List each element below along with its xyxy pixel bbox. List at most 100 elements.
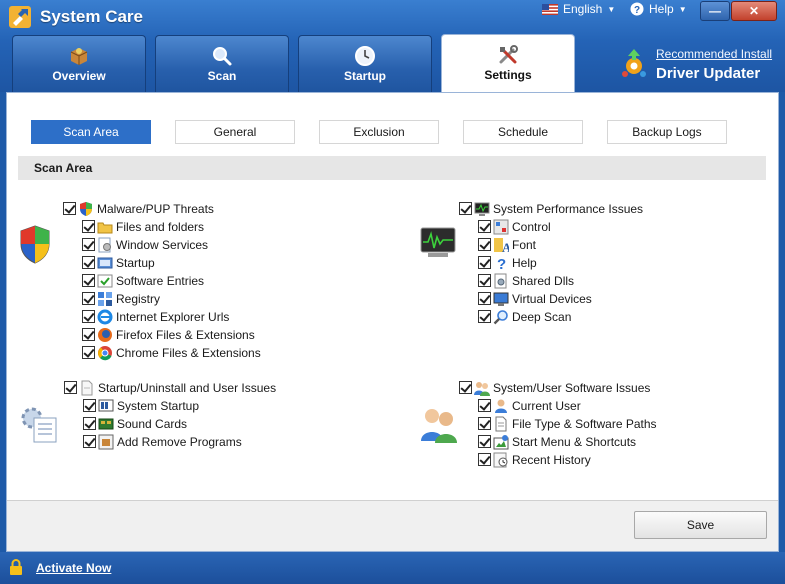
software-group-header-checkbox[interactable]: [459, 381, 472, 394]
option-control-row[interactable]: Control: [478, 218, 551, 235]
magnifier-icon: [213, 47, 232, 66]
subtab-schedule[interactable]: Schedule: [463, 120, 583, 144]
option-sound-cards-row[interactable]: Sound Cards: [83, 415, 187, 432]
option-deep-scan-checkbox[interactable]: [478, 310, 491, 323]
option-shared-dlls-label: Shared Dlls: [512, 273, 575, 288]
option-current-user-label: Current User: [512, 398, 581, 413]
option-start-menu-shortcuts-row[interactable]: Start Menu & Shortcuts: [478, 433, 636, 450]
tools-icon: [499, 45, 518, 64]
font-icon: A: [493, 237, 509, 253]
option-internet-explorer-urls-checkbox[interactable]: [82, 310, 95, 323]
option-startup-row[interactable]: Startup: [82, 254, 155, 271]
option-font-label: Font: [512, 237, 537, 252]
option-file-type-software-paths-label: File Type & Software Paths: [512, 416, 657, 431]
minimize-button[interactable]: —: [700, 1, 730, 21]
option-system-startup-checkbox[interactable]: [83, 399, 96, 412]
option-firefox-files-extensions-checkbox[interactable]: [82, 328, 95, 341]
sound-icon: [98, 416, 114, 432]
save-button[interactable]: Save: [634, 511, 767, 539]
option-recent-history-row[interactable]: Recent History: [478, 451, 591, 468]
subtab-backup-logs[interactable]: Backup Logs: [607, 120, 727, 144]
option-software-entries-label: Software Entries: [116, 273, 205, 288]
driver-updater-title: Driver Updater: [656, 65, 761, 82]
option-files-and-folders-row[interactable]: Files and folders: [82, 218, 204, 235]
option-window-services-row[interactable]: Window Services: [82, 236, 208, 253]
malware-group-header-checkbox[interactable]: [63, 202, 76, 215]
monitorsmall-icon: [474, 201, 490, 217]
subtab-general[interactable]: General: [175, 120, 295, 144]
option-current-user-row[interactable]: Current User: [478, 397, 581, 414]
help-menu[interactable]: ? Help ▼: [630, 2, 687, 16]
startup-group-header-label: Startup/Uninstall and User Issues: [98, 380, 277, 395]
option-files-and-folders-checkbox[interactable]: [82, 220, 95, 233]
performance-group-header-checkbox[interactable]: [459, 202, 472, 215]
option-software-entries-checkbox[interactable]: [82, 274, 95, 287]
software-group-header-label: System/User Software Issues: [493, 380, 651, 395]
option-chrome-files-extensions-label: Chrome Files & Extensions: [116, 345, 261, 360]
option-chrome-files-extensions-checkbox[interactable]: [82, 346, 95, 359]
option-help-checkbox[interactable]: [478, 256, 491, 269]
malware-group-header-row[interactable]: Malware/PUP Threats: [63, 200, 214, 217]
option-add-remove-programs-label: Add Remove Programs: [117, 434, 242, 449]
option-system-startup-row[interactable]: System Startup: [83, 397, 199, 414]
option-current-user-checkbox[interactable]: [478, 399, 491, 412]
subtab-exclusion[interactable]: Exclusion: [319, 120, 439, 144]
driver-updater-promo[interactable]: Recommended Install Driver Updater: [620, 44, 780, 84]
option-internet-explorer-urls-row[interactable]: Internet Explorer Urls: [82, 308, 229, 325]
option-add-remove-programs-row[interactable]: Add Remove Programs: [83, 433, 242, 450]
clock-icon: [355, 46, 375, 66]
option-recent-history-checkbox[interactable]: [478, 453, 491, 466]
tab-scan[interactable]: Scan: [155, 35, 289, 92]
option-control-checkbox[interactable]: [478, 220, 491, 233]
option-deep-scan-row[interactable]: Deep Scan: [478, 308, 571, 325]
svg-text:A: A: [502, 240, 509, 253]
option-file-type-software-paths-row[interactable]: File Type & Software Paths: [478, 415, 657, 432]
option-help-row[interactable]: ? Help: [478, 254, 537, 271]
option-registry-row[interactable]: Registry: [82, 290, 160, 307]
dlls-icon: [493, 273, 509, 289]
tab-settings[interactable]: Settings: [441, 34, 575, 92]
userssmall-icon: [474, 380, 490, 396]
option-start-menu-shortcuts-checkbox[interactable]: [478, 435, 491, 448]
help-icon: ?: [630, 2, 644, 16]
recommended-install-link[interactable]: Recommended Install: [656, 47, 772, 61]
option-shared-dlls-checkbox[interactable]: [478, 274, 491, 287]
option-file-type-software-paths-checkbox[interactable]: [478, 417, 491, 430]
option-shared-dlls-row[interactable]: Shared Dlls: [478, 272, 574, 289]
tab-startup[interactable]: Startup: [298, 35, 432, 92]
activate-now-link[interactable]: Activate Now: [36, 561, 111, 575]
option-sound-cards-checkbox[interactable]: [83, 417, 96, 430]
option-window-services-checkbox[interactable]: [82, 238, 95, 251]
app-title: System Care: [40, 7, 144, 26]
tab-overview[interactable]: Overview: [12, 35, 146, 92]
box-icon: [70, 48, 88, 65]
option-font-checkbox[interactable]: [478, 238, 491, 251]
language-label: English: [563, 2, 603, 16]
tab-scan-label: Scan: [207, 69, 237, 83]
lock-icon: [10, 559, 22, 575]
help-icon: ?: [493, 255, 509, 271]
option-virtual-devices-checkbox[interactable]: [478, 292, 491, 305]
option-virtual-devices-label: Virtual Devices: [512, 291, 592, 306]
option-font-row[interactable]: A Font: [478, 236, 536, 253]
option-registry-checkbox[interactable]: [82, 292, 95, 305]
option-virtual-devices-row[interactable]: Virtual Devices: [478, 290, 592, 307]
option-window-services-label: Window Services: [116, 237, 209, 252]
performance-group-header-row[interactable]: System Performance Issues: [459, 200, 643, 217]
startmenu-icon: [493, 434, 509, 450]
option-chrome-files-extensions-row[interactable]: Chrome Files & Extensions: [82, 344, 261, 361]
option-startup-checkbox[interactable]: [82, 256, 95, 269]
subtab-scan-area[interactable]: Scan Area: [31, 120, 151, 144]
language-menu[interactable]: English ▼: [542, 2, 615, 16]
option-add-remove-programs-checkbox[interactable]: [83, 435, 96, 448]
option-firefox-files-extensions-row[interactable]: Firefox Files & Extensions: [82, 326, 255, 343]
addremove-icon: [98, 434, 114, 450]
option-software-entries-row[interactable]: Software Entries: [82, 272, 204, 289]
software-group-header-row[interactable]: System/User Software Issues: [459, 379, 650, 396]
us-flag-icon: [542, 3, 558, 15]
app-logo-icon: [9, 6, 31, 28]
close-button[interactable]: ✕: [731, 1, 777, 21]
shield-icon: [20, 225, 50, 264]
startup-group-header-row[interactable]: Startup/Uninstall and User Issues: [64, 379, 276, 396]
startup-group-header-checkbox[interactable]: [64, 381, 77, 394]
